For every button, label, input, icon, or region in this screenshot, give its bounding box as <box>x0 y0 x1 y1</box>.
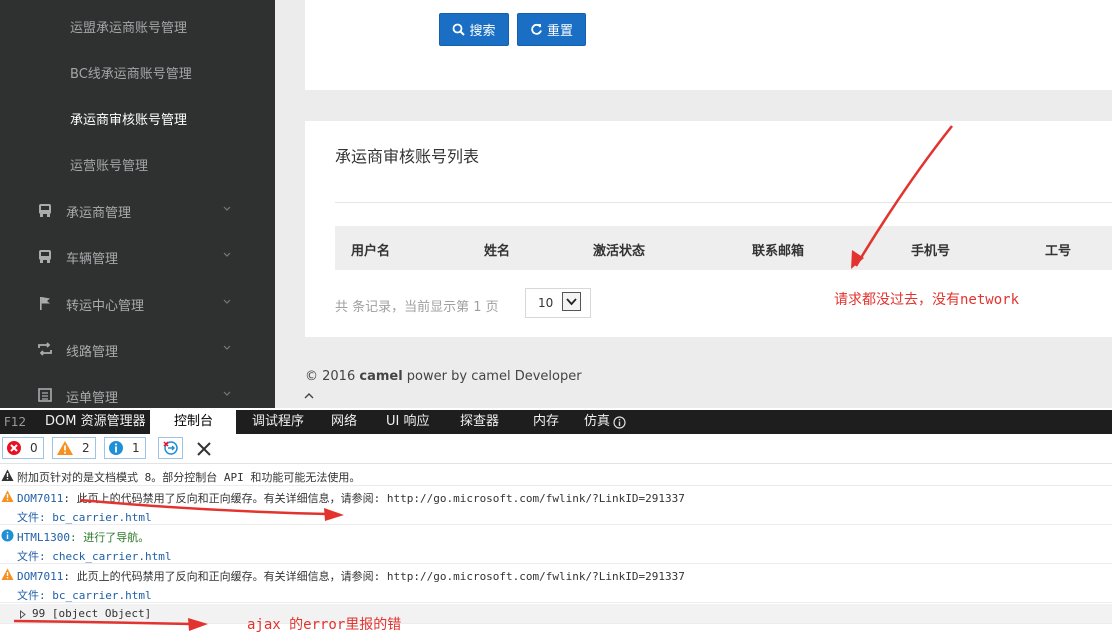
annotation-arrows-console <box>13 498 344 631</box>
app-window: 运盟承运商账号管理 BC线承运商账号管理 承运商审核账号管理 运营账号管理 承运… <box>0 0 1112 408</box>
annotation-ajax-note: ajax 的error里报的错 <box>247 617 402 632</box>
annotation-network-note: 请求都没过去，没有network <box>834 292 1020 308</box>
devtools-panel: F12 DOM 资源管理器 控制台 调试程序 网络 UI 响应 探查器 内存 仿… <box>0 408 1112 632</box>
annotation-arrow-network <box>851 125 953 269</box>
